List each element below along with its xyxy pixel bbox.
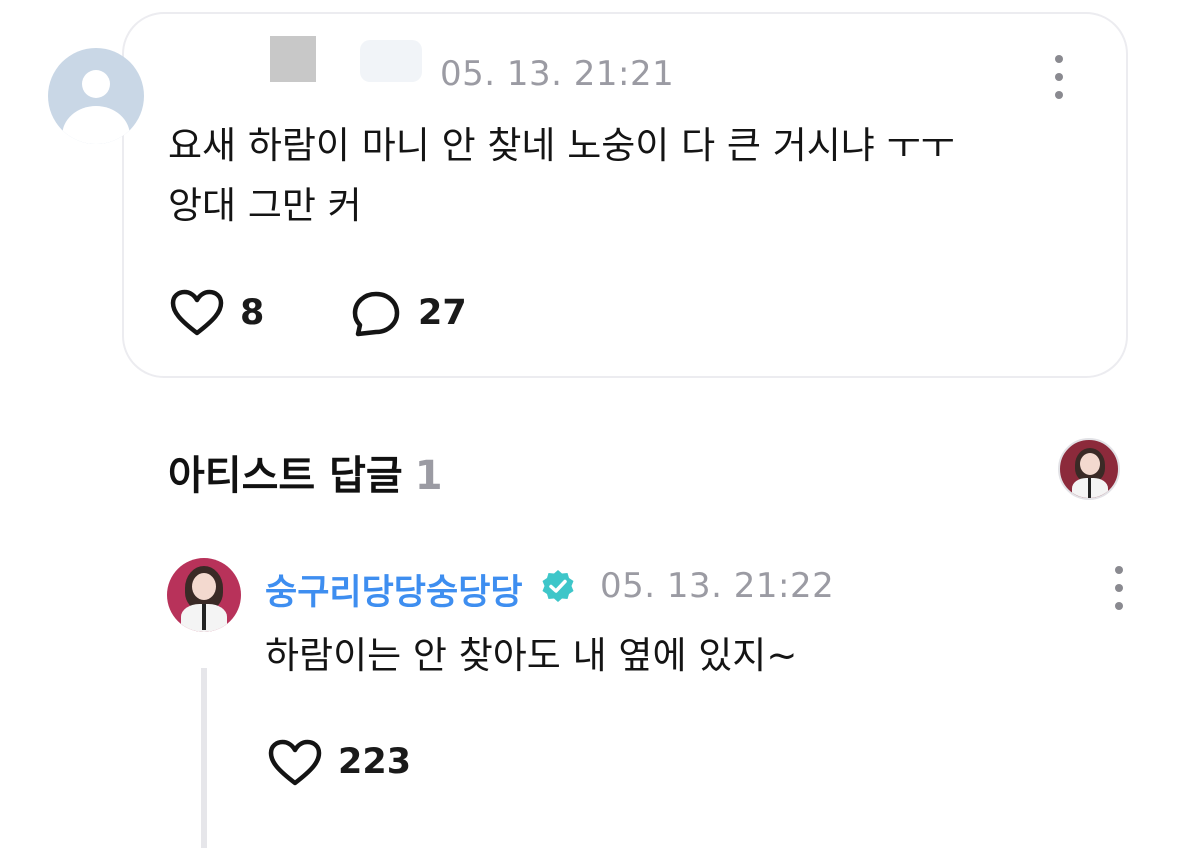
verified-badge-icon	[542, 570, 574, 602]
comment-count: 27	[418, 293, 467, 333]
section-title: 아티스트 답글	[168, 453, 403, 499]
user-avatar-icon	[82, 70, 110, 98]
artist-name[interactable]: 숭구리당당숭당당	[265, 564, 523, 615]
reply-count: 1	[414, 453, 443, 499]
fan-badge-redacted	[360, 40, 422, 82]
fan-username-redacted	[270, 36, 316, 82]
fan-post-line: 앙대 그만 커	[168, 184, 362, 227]
like-count: 223	[338, 742, 412, 782]
more-vertical-icon[interactable]	[1113, 566, 1125, 610]
more-vertical-icon[interactable]	[1053, 55, 1065, 99]
fan-post-text: 요새 하람이 마니 안 찾네 노숭이 다 큰 거시냐 ㅜㅜ 앙대 그만 커	[168, 116, 1088, 236]
artist-avatar-small[interactable]	[1058, 438, 1120, 500]
comment-bubble-icon[interactable]	[350, 290, 402, 340]
like-count: 8	[240, 293, 265, 333]
fan-post-line: 요새 하람이 마니 안 찾네 노숭이 다 큰 거시냐 ㅜㅜ	[168, 124, 955, 167]
fan-avatar[interactable]	[48, 48, 144, 144]
comment-thread: 05. 13. 21:21 요새 하람이 마니 안 찾네 노숭이 다 큰 거시냐…	[0, 0, 1179, 848]
artist-reply-header: 아티스트 답글 1	[168, 443, 443, 501]
thread-connector-line	[201, 668, 207, 848]
artist-reply-text: 하람이는 안 찾아도 내 옆에 있지~	[265, 634, 798, 677]
artist-avatar[interactable]	[167, 558, 241, 632]
artist-reply-date: 05. 13. 21:22	[600, 566, 835, 606]
heart-icon[interactable]	[170, 289, 224, 337]
fan-post-date: 05. 13. 21:21	[440, 54, 675, 94]
heart-icon[interactable]	[268, 739, 322, 787]
